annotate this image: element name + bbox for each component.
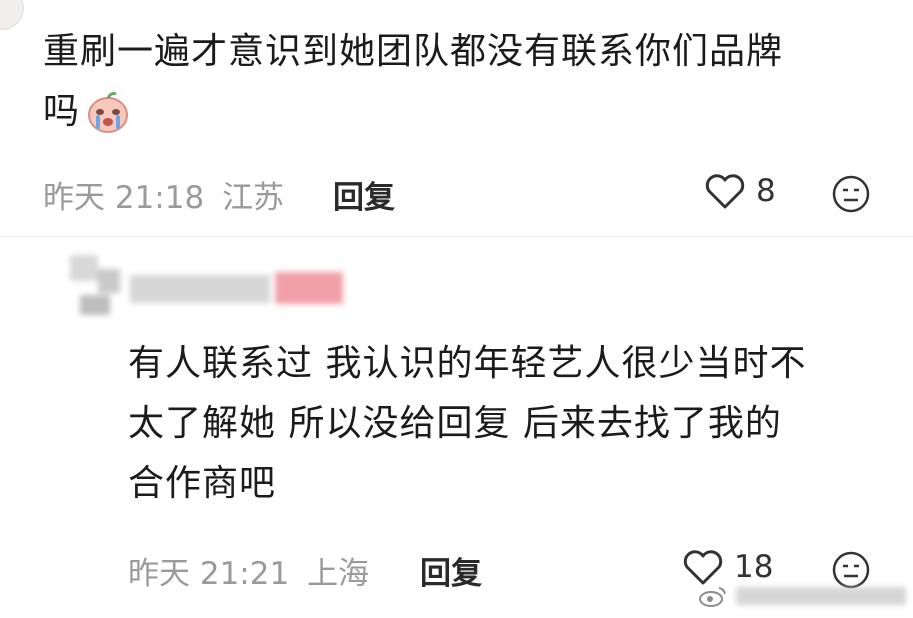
comment-1-line-2-text: 吗 bbox=[43, 91, 81, 132]
heart-icon bbox=[682, 548, 724, 586]
comment-1-like-button[interactable]: 8 bbox=[704, 172, 776, 210]
crying-face-emoji-icon bbox=[86, 90, 130, 134]
comment-1-reply-button[interactable]: 回复 bbox=[333, 172, 395, 217]
comment-2-line-1: 有人联系过 我认识的年轻艺人很少当时不 bbox=[128, 343, 807, 384]
watermark bbox=[698, 584, 906, 608]
comment-1-like-count: 8 bbox=[756, 173, 776, 209]
comment-2-line-2: 太了解她 所以没给回复 后来去找了我的 bbox=[128, 403, 782, 444]
comment-1-line-2: 吗 bbox=[43, 82, 903, 142]
divider bbox=[0, 236, 913, 237]
comment-2-time: 昨天 21:21 bbox=[128, 556, 290, 592]
comment-1-meta: 昨天 21:18 江苏 bbox=[43, 172, 284, 217]
watermark-text-blurred bbox=[736, 587, 906, 605]
emoji-face-icon bbox=[831, 174, 871, 218]
comment-2-like-count: 18 bbox=[734, 549, 774, 585]
comment-1-location: 江苏 bbox=[222, 180, 285, 216]
comment-1-line-1: 重刷一遍才意识到她团队都没有联系你们品牌 bbox=[43, 31, 784, 72]
reply-user-badge-blurred bbox=[275, 272, 343, 304]
comment-1-text: 重刷一遍才意识到她团队都没有联系你们品牌 吗 bbox=[43, 22, 903, 142]
avatar-partial[interactable] bbox=[0, 0, 24, 30]
comment-1-emoji-button[interactable] bbox=[831, 174, 871, 218]
comment-2-text: 有人联系过 我认识的年轻艺人很少当时不 太了解她 所以没给回复 后来去找了我的 … bbox=[128, 334, 908, 514]
comment-2-line-3: 合作商吧 bbox=[128, 463, 277, 504]
comment-2-like-button[interactable]: 18 bbox=[682, 548, 773, 586]
comment-2-location: 上海 bbox=[307, 556, 370, 592]
heart-icon bbox=[704, 172, 746, 210]
weibo-logo-icon bbox=[698, 584, 728, 608]
reply-avatar-blurred[interactable] bbox=[70, 255, 130, 325]
reply-username-blurred[interactable] bbox=[130, 275, 270, 303]
comment-2-meta: 昨天 21:21 上海 bbox=[128, 548, 369, 593]
comment-1-time: 昨天 21:18 bbox=[43, 180, 205, 216]
comment-2-reply-button[interactable]: 回复 bbox=[420, 548, 482, 593]
